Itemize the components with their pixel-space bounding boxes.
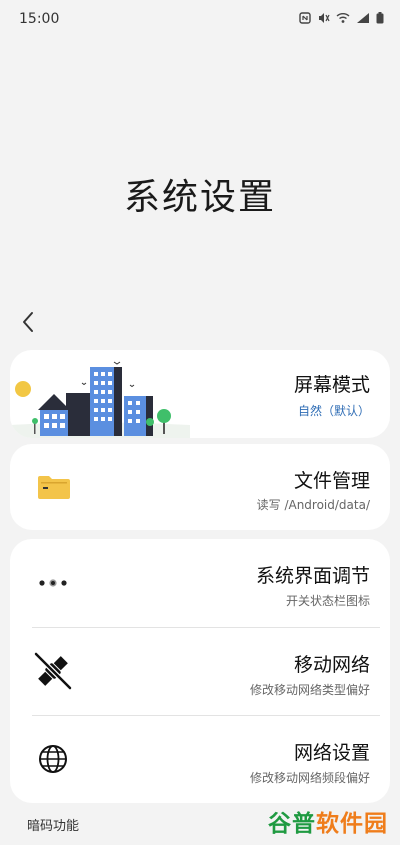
screen-mode-title: 屏幕模式	[293, 374, 370, 396]
screen-mode-subtitle: 自然（默认）	[297, 404, 370, 418]
back-button[interactable]	[12, 306, 44, 338]
mute-icon	[319, 13, 330, 23]
file-management-card: 文件管理 读写 /Android/data/	[10, 444, 390, 530]
folder-icon	[38, 476, 70, 499]
system-ui-tuner-subtitle: 开关状态栏图标	[285, 594, 370, 608]
dots-icon	[39, 579, 67, 587]
mobile-network-subtitle: 修改移动网络类型偏好	[249, 683, 370, 697]
system-ui-tuner-item[interactable]: 系统界面调节 开关状态栏图标	[10, 539, 390, 627]
system-options-card: 系统界面调节 开关状态栏图标 移动网络 修改移动网络类型偏好 网络设置 修改移动…	[10, 539, 390, 803]
battery-icon	[376, 12, 384, 24]
signal-icon	[357, 13, 369, 23]
status-time: 15:00	[19, 11, 60, 27]
screen-mode-card: 屏幕模式 自然（默认）	[10, 350, 390, 438]
network-settings-title: 网络设置	[293, 742, 370, 764]
wifi-icon	[336, 13, 350, 23]
city-illustration	[10, 361, 190, 438]
file-management-item[interactable]: 文件管理 读写 /Android/data/	[10, 444, 390, 530]
status-icons	[299, 12, 384, 24]
page-title: 系统设置	[123, 177, 276, 218]
watermark-part1: 谷普	[268, 811, 316, 837]
screen-mode-item[interactable]: 屏幕模式 自然（默认）	[10, 350, 390, 438]
globe-icon	[39, 745, 67, 773]
satellite-off-icon	[34, 652, 72, 690]
nfc-icon	[299, 12, 311, 24]
file-management-title: 文件管理	[293, 470, 370, 492]
section-label: 暗码功能	[27, 819, 80, 834]
mobile-network-item[interactable]: 移动网络 修改移动网络类型偏好	[10, 628, 390, 715]
watermark-logo: 谷普软件园	[268, 804, 388, 838]
status-bar: 15:00	[0, 0, 400, 38]
chevron-left-icon	[23, 312, 33, 332]
file-management-subtitle: 读写 /Android/data/	[256, 498, 370, 512]
network-settings-item[interactable]: 网络设置 修改移动网络频段偏好	[10, 716, 390, 803]
mobile-network-title: 移动网络	[293, 654, 370, 676]
system-ui-tuner-title: 系统界面调节	[255, 565, 370, 587]
network-settings-subtitle: 修改移动网络频段偏好	[249, 771, 370, 785]
watermark-part2: 软件园	[316, 811, 388, 837]
